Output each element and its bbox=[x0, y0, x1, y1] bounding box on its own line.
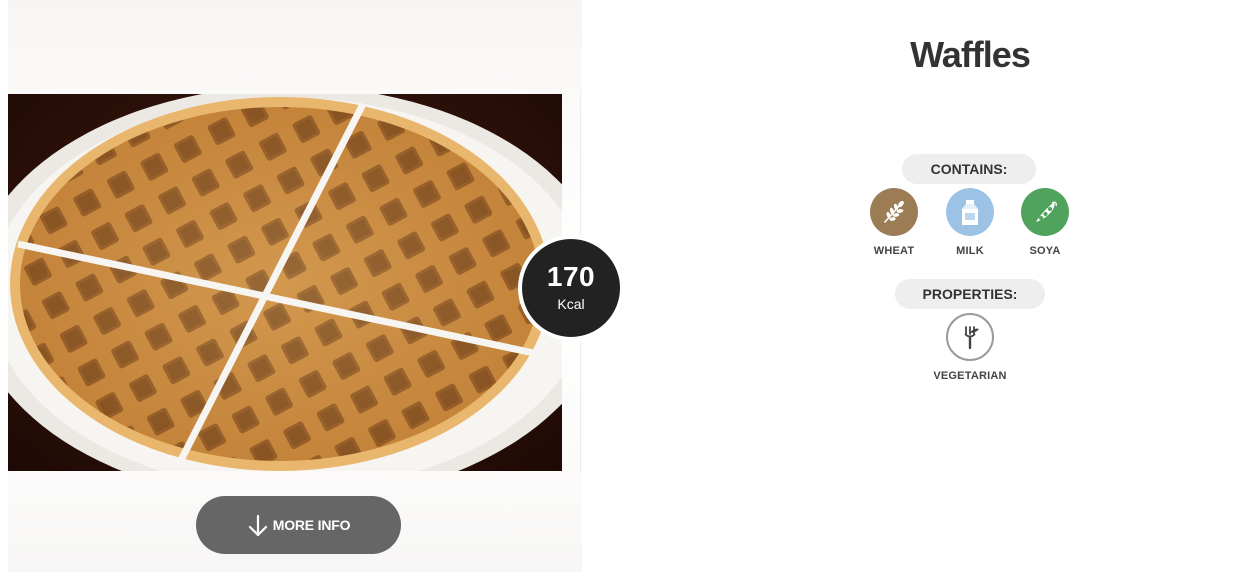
allergen-wheat: WHEAT bbox=[859, 188, 929, 257]
allergen-label: SOYA bbox=[1029, 245, 1061, 257]
allergen-milk: MILK bbox=[935, 188, 1005, 257]
product-title: Waffles bbox=[910, 34, 1031, 75]
more-info-button[interactable]: MORE INFO bbox=[196, 496, 401, 554]
allergen-label: WHEAT bbox=[873, 245, 915, 257]
waffle-illustration bbox=[8, 94, 562, 471]
wheat-icon bbox=[870, 188, 918, 236]
product-page: 170 Kcal MORE INFO Waffles CONTAINS: WHE… bbox=[0, 0, 1237, 572]
allergen-label: MILK bbox=[956, 245, 984, 257]
kcal-unit: Kcal bbox=[557, 296, 585, 312]
property-vegetarian: VEGETARIAN bbox=[932, 313, 1008, 382]
soya-bean-icon bbox=[1021, 188, 1069, 236]
arrow-down-icon bbox=[247, 514, 269, 543]
kcal-badge: 170 Kcal bbox=[518, 235, 624, 341]
product-photo bbox=[8, 94, 562, 471]
contains-heading: CONTAINS: bbox=[902, 154, 1036, 184]
milk-carton-icon bbox=[946, 188, 994, 236]
kcal-value: 170 bbox=[546, 261, 596, 292]
allergen-soya: SOYA bbox=[1010, 188, 1080, 257]
vegetarian-fork-icon bbox=[946, 313, 994, 361]
more-info-label: MORE INFO bbox=[272, 517, 351, 533]
properties-heading: PROPERTIES: bbox=[895, 279, 1045, 309]
property-label: VEGETARIAN bbox=[933, 370, 1007, 382]
